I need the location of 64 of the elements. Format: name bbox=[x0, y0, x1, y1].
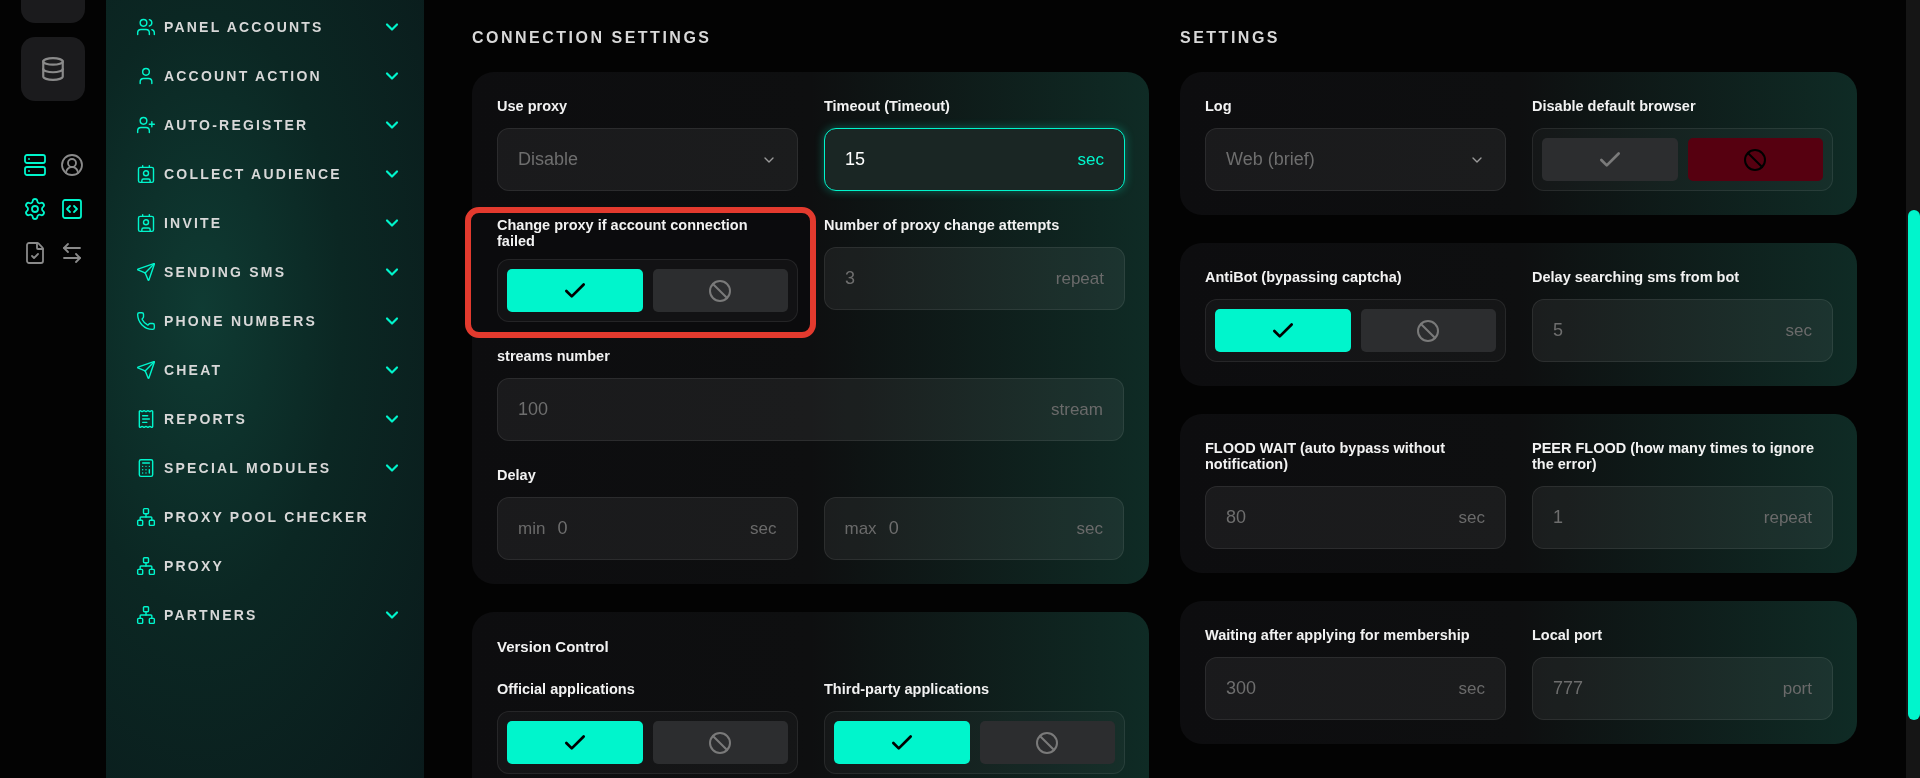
ban-icon bbox=[708, 278, 733, 303]
field-label: Log bbox=[1205, 98, 1233, 114]
ban-icon bbox=[708, 730, 733, 755]
code-icon[interactable] bbox=[59, 197, 84, 221]
field-label: PEER FLOOD (how many times to ignore the error) bbox=[1532, 440, 1815, 472]
disable-button[interactable] bbox=[979, 721, 1115, 764]
field-label: Number of proxy change attempts bbox=[824, 217, 1061, 233]
sidebar-item[interactable]: AUTO-REGISTER bbox=[164, 116, 382, 133]
rail-tile[interactable] bbox=[21, 37, 85, 101]
section-title: CONNECTION SETTINGS bbox=[472, 28, 713, 48]
phone-icon bbox=[136, 310, 156, 331]
sidebar-item[interactable]: PHONE NUMBERS bbox=[164, 312, 382, 329]
sidebar-item[interactable]: ACCOUNT ACTION bbox=[164, 67, 382, 84]
contact-icon bbox=[136, 212, 156, 233]
field-label: Waiting after applying for membership bbox=[1205, 627, 1471, 643]
field-label: AntiBot (bypassing captcha) bbox=[1205, 269, 1403, 285]
send-icon bbox=[136, 359, 156, 380]
field-label: Local port bbox=[1532, 627, 1604, 643]
users-icon bbox=[136, 16, 156, 37]
field-label: Official applications bbox=[497, 681, 636, 697]
user-circle-icon[interactable] bbox=[59, 153, 84, 177]
scrollbar[interactable] bbox=[1906, 0, 1920, 778]
sidebar-item[interactable]: REPORTS bbox=[164, 410, 382, 427]
server-icon[interactable] bbox=[22, 153, 47, 177]
section-title: SETTINGS bbox=[1180, 28, 1281, 48]
field-label: Third-party applications bbox=[824, 681, 991, 697]
sidebar-item[interactable]: PROXY bbox=[164, 557, 402, 574]
calculator-icon bbox=[136, 457, 156, 478]
settings-icon[interactable] bbox=[22, 197, 47, 221]
disable-button[interactable] bbox=[652, 721, 788, 764]
sidebar-item[interactable]: SPECIAL MODULES bbox=[164, 459, 382, 476]
network-icon bbox=[136, 604, 156, 625]
input-field[interactable]: 15 sec bbox=[824, 128, 1125, 191]
sidebar-item[interactable]: PANEL ACCOUNTS bbox=[164, 18, 382, 35]
sidebar-item[interactable]: CHEAT bbox=[164, 361, 382, 378]
field-label: FLOOD WAIT (auto bypass without notification) bbox=[1205, 440, 1447, 472]
ban-icon bbox=[1743, 147, 1768, 172]
contact-icon bbox=[136, 163, 156, 184]
field-label: Change proxy if account connection failed bbox=[497, 217, 749, 249]
send-icon bbox=[136, 261, 156, 282]
field-label: Use proxy bbox=[497, 98, 569, 114]
field-label: Timeout (Timeout) bbox=[824, 98, 951, 114]
network-icon bbox=[136, 506, 156, 527]
field-label: streams number bbox=[497, 348, 611, 364]
field-label: Delay bbox=[497, 467, 537, 483]
sidebar-item[interactable]: COLLECT AUDIENCE bbox=[164, 165, 382, 182]
field-label: Delay searching sms from bot bbox=[1532, 269, 1741, 285]
receipt-icon bbox=[136, 408, 156, 429]
disable-button[interactable] bbox=[652, 269, 788, 312]
network-icon bbox=[136, 555, 156, 576]
sidebar-item[interactable]: PARTNERS bbox=[164, 606, 382, 623]
scrollbar-thumb[interactable] bbox=[1908, 210, 1920, 720]
disable-button[interactable] bbox=[1360, 309, 1496, 352]
rail-tile[interactable] bbox=[21, 0, 85, 23]
card-heading: Version Control bbox=[497, 638, 610, 655]
user-icon bbox=[136, 65, 156, 86]
sidebar-item[interactable]: SENDING SMS bbox=[164, 263, 382, 280]
database-icon bbox=[40, 56, 66, 82]
field-label: Disable default browser bbox=[1532, 98, 1697, 114]
sidebar-item[interactable]: PROXY POOL CHECKER bbox=[164, 508, 402, 525]
sidebar-item[interactable]: INVITE bbox=[164, 214, 382, 231]
ban-icon bbox=[1035, 730, 1060, 755]
ban-icon bbox=[1416, 318, 1441, 343]
user-plus-icon bbox=[136, 114, 156, 135]
